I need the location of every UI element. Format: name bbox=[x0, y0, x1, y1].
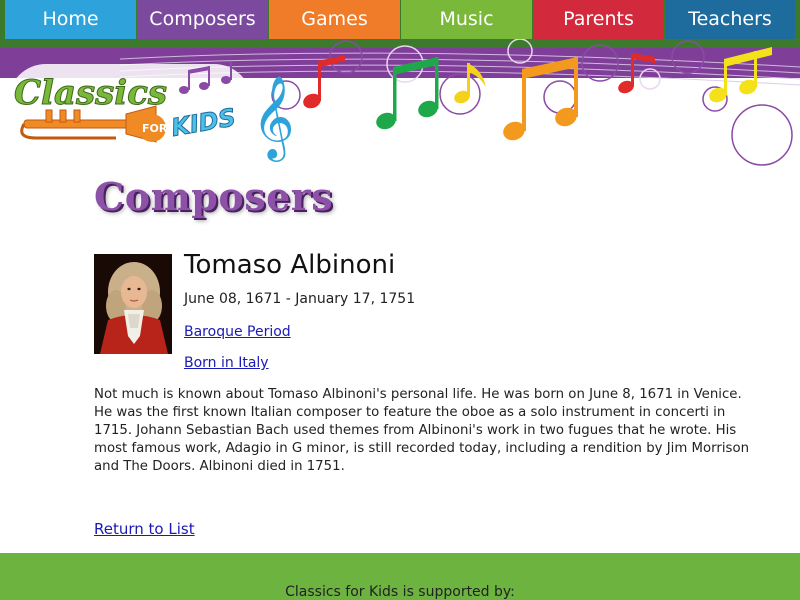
composer-bio: Not much is known about Tomaso Albinoni'… bbox=[94, 387, 750, 474]
nav-teachers[interactable]: Teachers bbox=[665, 0, 795, 39]
born-in-italy-link[interactable]: Born in Italy bbox=[184, 355, 269, 371]
nav-games[interactable]: Games bbox=[269, 0, 400, 39]
return-to-list-link[interactable]: Return to List bbox=[94, 520, 195, 538]
nav-parents[interactable]: Parents bbox=[533, 0, 664, 39]
treble-clef-icon: 𝄞 bbox=[252, 74, 295, 162]
composer-name: Tomaso Albinoni bbox=[184, 250, 396, 280]
classics-for-kids-logo[interactable]: Classics FOR KIDS bbox=[6, 58, 256, 150]
baroque-period-link[interactable]: Baroque Period bbox=[184, 324, 291, 340]
logo-for-text: FOR bbox=[142, 122, 168, 135]
nav-composers[interactable]: Composers bbox=[137, 0, 268, 39]
composer-dates: June 08, 1671 - January 17, 1751 bbox=[184, 291, 416, 307]
nav-home[interactable]: Home bbox=[5, 0, 136, 39]
composer-portrait bbox=[94, 254, 172, 354]
footer-supported-text: Classics for Kids is supported by: bbox=[285, 584, 515, 600]
main-nav: Home Composers Games Music Parents Teach… bbox=[0, 0, 800, 39]
nav-music[interactable]: Music bbox=[401, 0, 532, 39]
logo-classics-text: Classics bbox=[14, 73, 167, 113]
page-title: Composers bbox=[94, 174, 334, 219]
